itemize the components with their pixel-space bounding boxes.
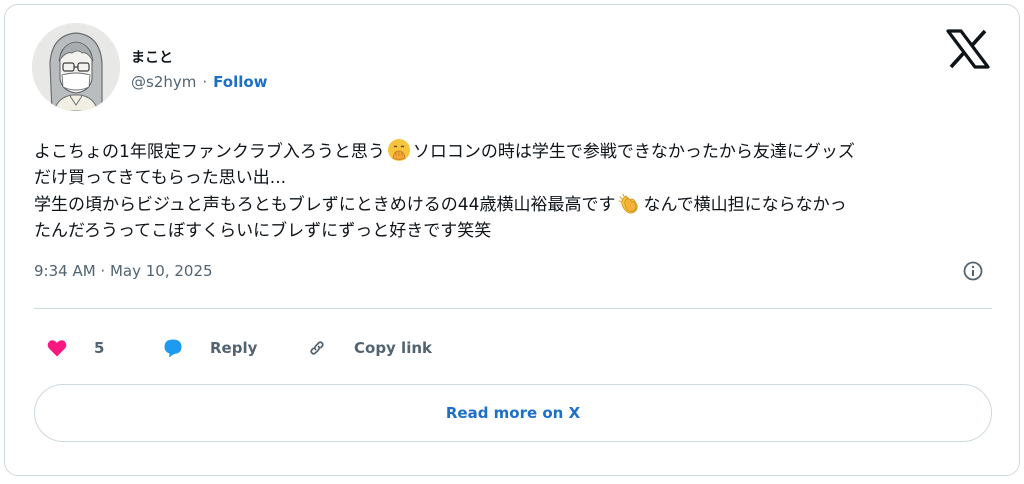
tweet-timestamp[interactable]: 9:34 AM · May 10, 2025 [34,262,213,280]
separator-dot: · [202,73,208,91]
tweet-line-1: よこちょの1年限定ファンクラブ入ろうと思う ソロコンの時は学生で参戦できなかったか… [34,138,994,165]
tweet-text-segment: よこちょの1年限定ファンクラブ入ろうと思う [34,142,385,162]
divider [34,308,992,309]
tweet-text-segment: 学生の頃からビジュと声もろともブレずにときめけるの44歳横山裕最高です [34,195,616,215]
tweet-author: まこと @s2hym · Follow [131,48,268,92]
copy-link-button[interactable]: Copy link [306,332,432,364]
tweet-actions: 5 Reply Copy link [34,332,934,364]
user-handle[interactable]: @s2hym [131,73,196,91]
tweet-line-3: 学生の頃からビジュと声もろともブレずにときめけるの44歳横山裕最高です なんで横山… [34,191,994,218]
like-count: 5 [94,339,105,357]
info-icon[interactable] [962,260,984,282]
avatar-image [32,23,120,111]
copy-link-label: Copy link [354,339,432,357]
tweet-text: よこちょの1年限定ファンクラブ入ろうと思う ソロコンの時は学生で参戦できなかったか… [34,138,994,244]
follow-link[interactable]: Follow [213,73,267,91]
x-logo-icon[interactable] [946,29,990,69]
like-button[interactable]: 5 [46,332,104,364]
reply-button[interactable]: Reply [162,332,257,364]
clapping-hands-emoji [617,191,641,215]
avatar[interactable] [32,23,120,111]
tweet-text-segment: ソロコンの時は学生で参戦できなかったから友達にグッズ [412,142,855,162]
link-icon [310,341,324,355]
timestamp-row: 9:34 AM · May 10, 2025 [34,259,984,283]
display-name[interactable]: まこと [131,48,268,68]
hand-over-mouth-emoji [387,138,411,162]
read-more-button[interactable]: Read more on X [34,384,992,442]
heart-icon [47,340,67,357]
handle-row: @s2hym · Follow [131,72,268,92]
tweet-line-2: だけ買ってきてもらった思い出... [34,168,287,188]
tweet-line-4: たんだろうってこぼすくらいにブレずにずっと好きです笑笑 [34,221,492,241]
tweet-text-segment: なんで横山担にならなかっ [643,195,847,215]
speech-bubble-icon [164,339,182,358]
reply-label: Reply [210,339,258,357]
